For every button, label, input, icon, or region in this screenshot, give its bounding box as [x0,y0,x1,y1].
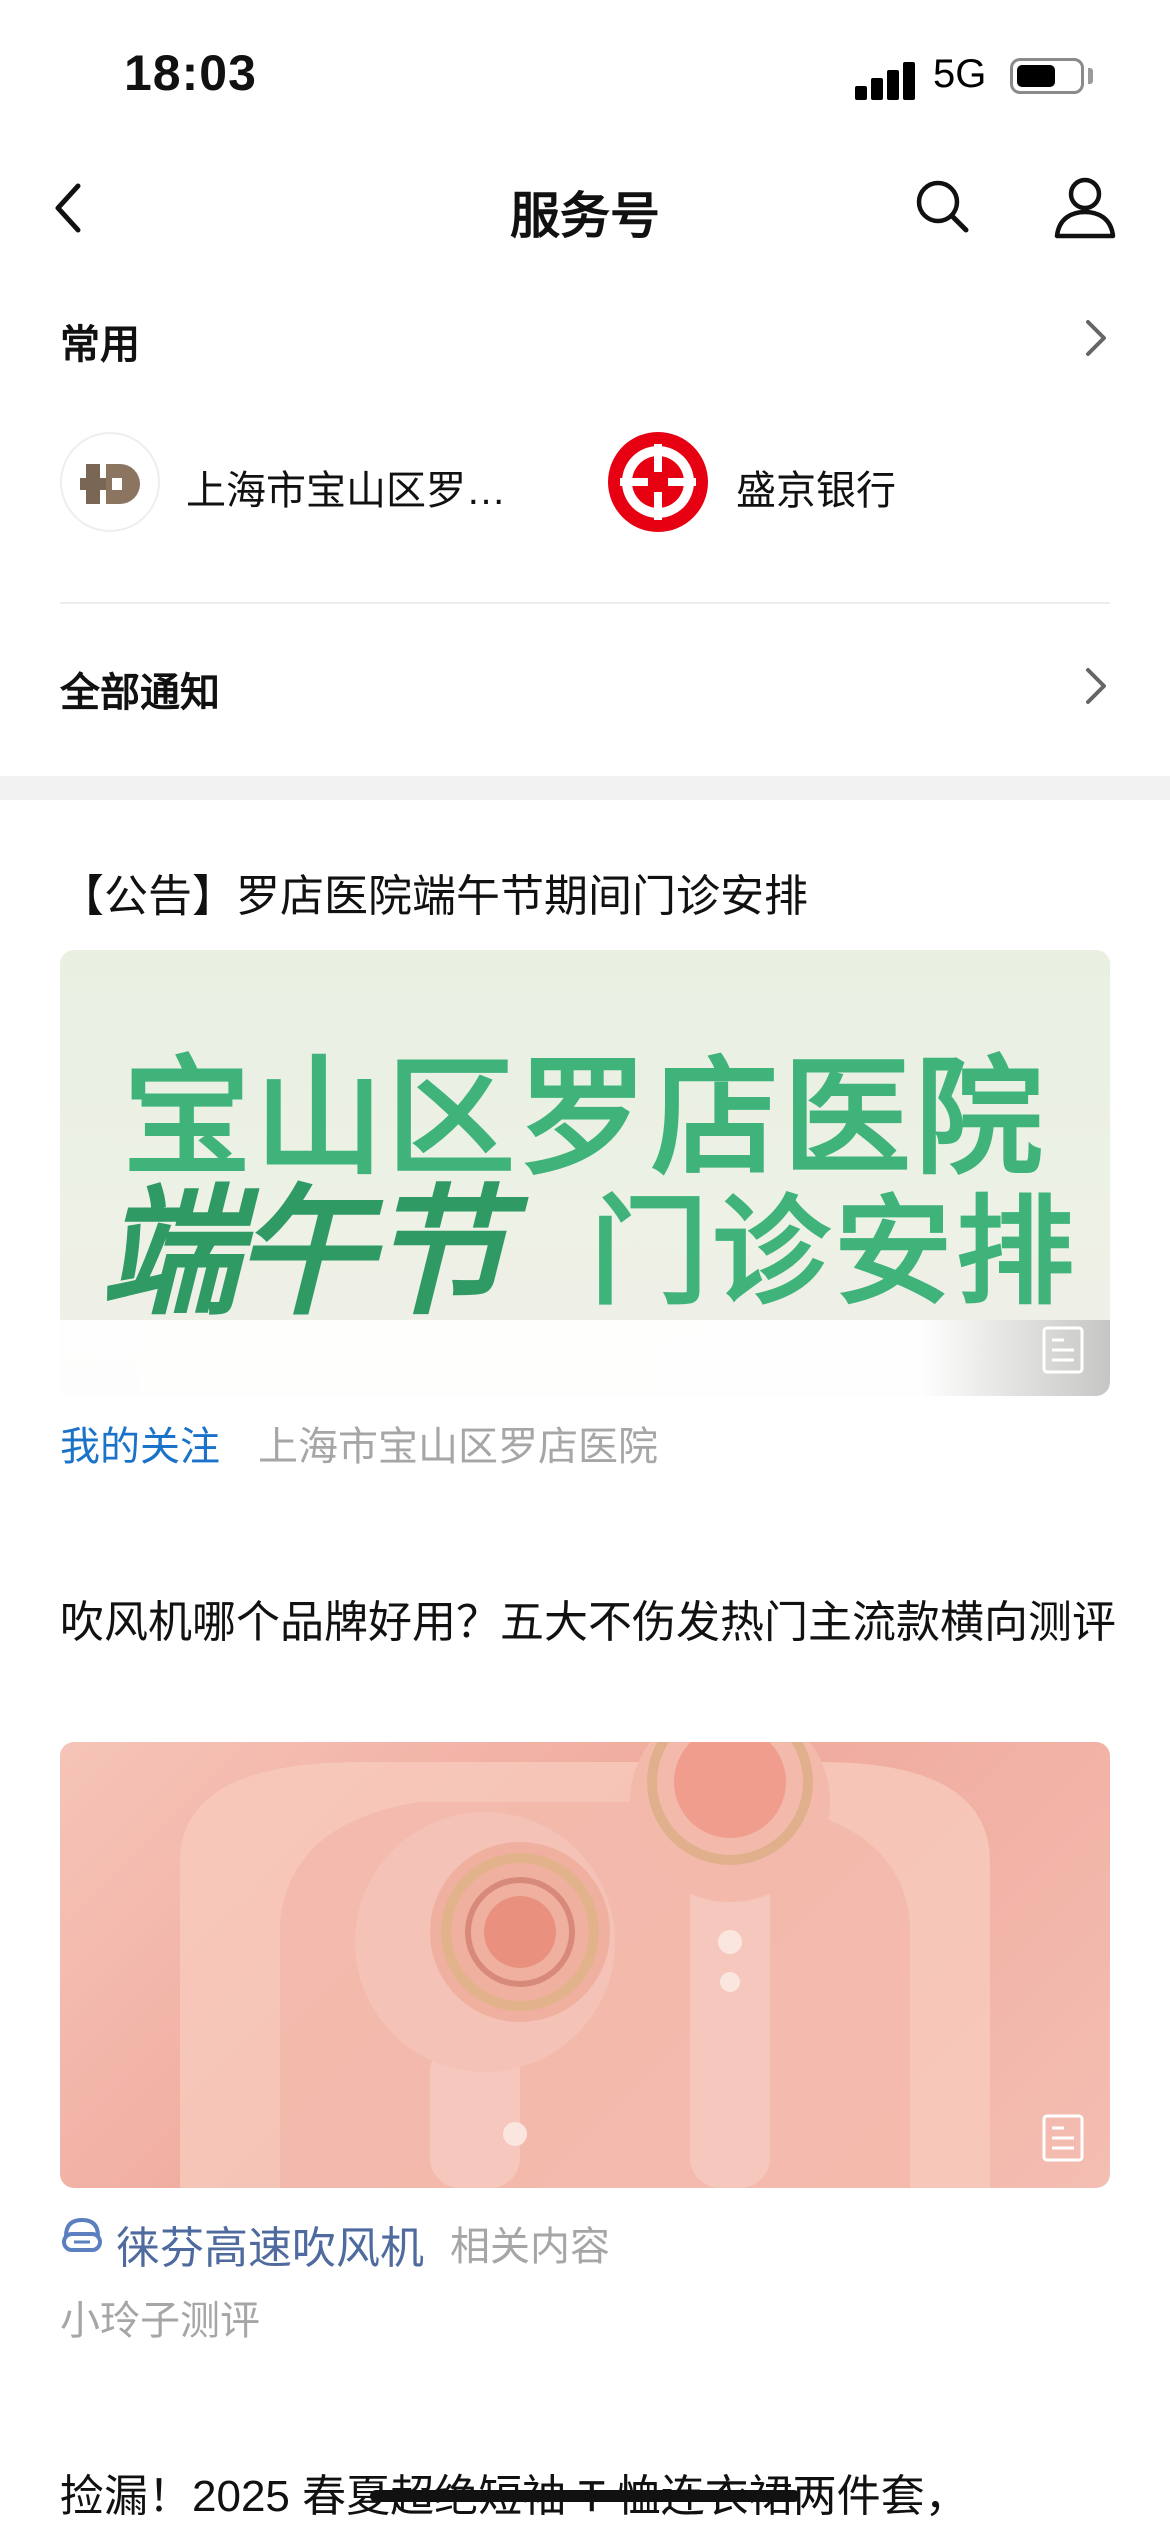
banner-subheadline: 门诊安排 [590,1187,1079,1319]
search-icon[interactable] [912,176,972,236]
article-banner-image[interactable]: 宝山区罗店医院 端午节 门诊安排 [60,950,1110,1396]
frequent-account-hospital[interactable]: 上海市宝山区罗… [60,432,600,532]
account-name: 盛京银行 [736,469,896,513]
page-title: 服务号 [510,188,660,244]
banner-shade [60,1320,1110,1396]
article-source[interactable]: 小玲子测评 [60,2288,260,2346]
account-name: 上海市宝山区罗… [186,469,506,513]
profile-icon[interactable] [1052,174,1118,240]
battery-cap [1088,68,1093,84]
hospital-logo-icon [60,432,160,532]
divider [60,602,1110,604]
product-tag-icon [60,2214,104,2258]
frequent-more-chevron-icon[interactable] [1080,318,1110,358]
document-icon [1042,1326,1084,1374]
all-notifications-chevron-icon[interactable] [1080,666,1110,706]
article-title[interactable]: 吹风机哪个品牌好用？五大不伤发热门主流款横向测评 [60,1590,1120,1656]
product-link[interactable]: 徕芬高速吹风机 [116,2212,424,2276]
all-notifications-label[interactable]: 全部通知 [60,660,220,718]
battery-icon [1010,58,1084,94]
frequent-label: 常用 [60,323,140,367]
followed-tag[interactable]: 我的关注 [60,1414,220,1472]
article-source[interactable]: 上海市宝山区罗店医院 [258,1414,658,1472]
section-separator [0,776,1170,800]
article-banner-image[interactable] [60,1742,1110,2188]
document-icon [1042,2114,1084,2162]
status-time: 18:03 [124,45,257,101]
bank-logo-icon [608,432,708,532]
network-type: 5G [933,52,987,96]
banner-calligraphy: 端午节 [100,1171,508,1335]
article-title[interactable]: 【公告】罗店医院端午节期间门诊安排 [60,864,1120,930]
hair-dryer-illustration [180,1742,990,2188]
signal-icon [855,60,917,100]
related-content-label: 相关内容 [450,2225,610,2269]
frequent-account-bank[interactable]: 盛京银行 [608,432,1108,532]
home-indicator[interactable] [370,2490,800,2502]
